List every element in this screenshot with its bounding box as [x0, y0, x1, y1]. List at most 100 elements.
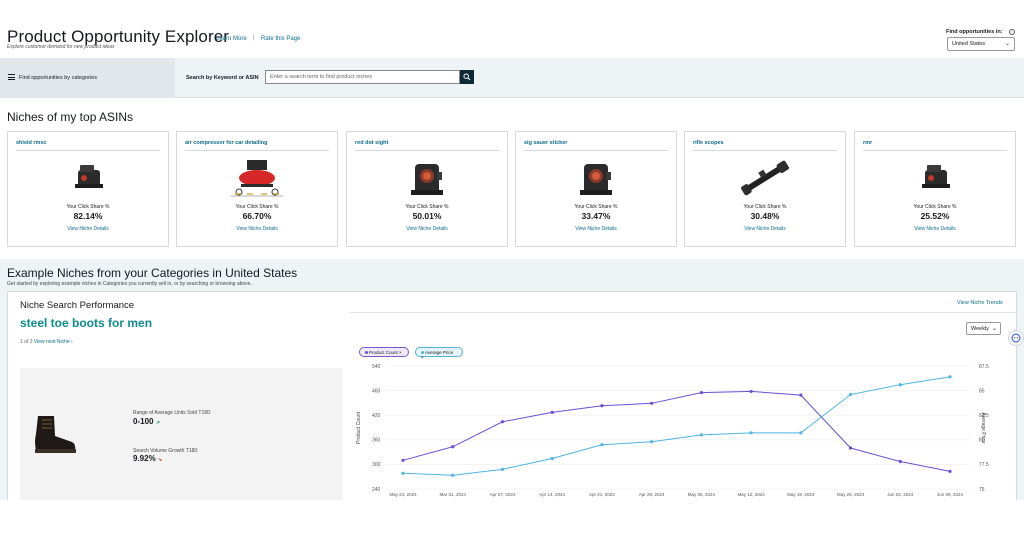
page-subtitle: Explore customer demand for new product …	[7, 44, 115, 50]
example-niches-subtitle: Get started by exploring example niches …	[7, 281, 252, 287]
panel-title: Niche Search Performance	[20, 300, 135, 311]
legend-average-price-label: Average Price	[425, 350, 454, 355]
view-niche-details-link[interactable]: View Niche Details	[516, 226, 676, 232]
view-niche-trends-link[interactable]: View Niche Trends	[957, 300, 1003, 306]
y-tick-label: 460	[372, 388, 381, 394]
legend-average-price[interactable]: Average Price ×	[415, 347, 463, 360]
y2-tick-label: 75	[979, 487, 985, 493]
example-niches-title: Example Niches from your Categories in U…	[7, 266, 298, 280]
units-sold-number: 0-100	[133, 417, 154, 426]
data-point	[401, 458, 405, 462]
keyword-search-input[interactable]: Enter a search term to find product nich…	[265, 70, 460, 84]
data-point	[848, 446, 853, 450]
click-share-label: Your Click Share %	[405, 204, 449, 210]
trend-down-icon: ↘	[157, 457, 163, 463]
view-niche-details-link[interactable]: View Niche Details	[8, 226, 168, 232]
data-point	[898, 383, 902, 387]
y2-axis-label: Average Price	[980, 412, 986, 444]
niche-card[interactable]: sig sauer sticker Your Click Share % 33.47…	[515, 131, 677, 247]
legend-product-count[interactable]: Product Count ×	[359, 347, 409, 357]
x-tick-label: Apr 21, 2024	[589, 492, 615, 497]
learn-more-link[interactable]: Learn More	[216, 36, 247, 42]
niche-card[interactable]: red dot sight Your Click Share % 50.01% Vie…	[346, 131, 508, 247]
panel-divider	[349, 312, 1017, 313]
product-image	[58, 156, 118, 200]
niche-card[interactable]: rifle scopes Your Click Share % 30.48% View…	[684, 131, 846, 247]
series-line	[402, 390, 951, 472]
chevron-down-icon: ⌄	[991, 326, 997, 332]
niche-performance-chart: 54046042036030024087.58582.58077.575Prod…	[356, 364, 989, 497]
niche-card-name[interactable]: red dot sight	[355, 140, 388, 146]
rate-page-link[interactable]: Rate this Page	[261, 36, 300, 42]
y2-tick-label: 87.5	[979, 364, 989, 370]
x-tick-label: Jun 09, 2024	[937, 492, 964, 497]
niche-pager: 1 of 3 View next Niche ›	[20, 339, 73, 345]
data-point	[550, 410, 554, 414]
series-line	[402, 376, 951, 476]
data-point	[500, 420, 505, 424]
trend-up-icon: ↗	[155, 420, 160, 426]
niche-card-name[interactable]: rifle scopes	[693, 140, 724, 146]
chevron-down-icon: ⌄	[1004, 41, 1010, 47]
keyword-search-label: Search by Keyword or ASIN	[186, 75, 259, 81]
x-tick-label: Apr 14, 2024	[539, 492, 565, 497]
legend-dot-icon	[421, 351, 424, 355]
search-icon	[463, 73, 471, 81]
data-point	[848, 392, 853, 397]
click-share-value: 50.01%	[412, 211, 442, 221]
view-niche-details-link[interactable]: View Niche Details	[685, 226, 845, 232]
niche-card-name[interactable]: sig sauer sticker	[524, 140, 567, 146]
y-axis-label: Product Count	[356, 411, 362, 444]
click-share-label: Your Click Share %	[574, 204, 618, 210]
x-tick-label: Apr 28, 2024	[639, 492, 665, 497]
search-button[interactable]	[460, 70, 474, 84]
search-volume-number: 9.92%	[133, 454, 156, 463]
next-niche-link[interactable]: View next Niche ›	[34, 339, 73, 345]
period-select-value: Weekly	[971, 326, 989, 332]
niche-card-divider	[16, 150, 160, 151]
view-niche-details-link[interactable]: View Niche Details	[855, 226, 1015, 232]
data-point	[550, 456, 554, 461]
chat-assistant-icon[interactable]	[1008, 330, 1024, 346]
data-point	[948, 469, 952, 473]
x-tick-label: May 26, 2024	[837, 492, 865, 497]
click-share-label: Your Click Share %	[235, 204, 279, 210]
click-share-label: Your Click Share %	[743, 204, 787, 210]
niche-card[interactable]: shield rmsc Your Click Share % 82.14% View …	[7, 131, 169, 247]
niche-card-divider	[524, 150, 668, 151]
niche-card[interactable]: air compressor for car detailing Your Cli…	[176, 131, 338, 247]
y-tick-label: 420	[372, 413, 381, 419]
period-select[interactable]: Weekly ⌄	[966, 322, 1001, 335]
niche-card-name[interactable]: rmr	[863, 140, 872, 146]
view-niche-details-link[interactable]: View Niche Details	[347, 226, 507, 232]
product-image	[566, 156, 626, 200]
x-tick-label: May 24, 2024	[389, 492, 417, 497]
country-select[interactable]: United States ⌄	[947, 37, 1015, 51]
niche-card-name[interactable]: air compressor for car detailing	[185, 140, 268, 146]
header-separator: |	[253, 35, 255, 41]
product-image	[397, 156, 457, 200]
niche-card-divider	[185, 150, 329, 151]
data-point	[898, 459, 902, 464]
info-icon[interactable]: i	[1009, 29, 1015, 35]
x-tick-label: Jun 02, 2024	[887, 492, 914, 497]
x-tick-label: May 12, 2024	[737, 492, 765, 497]
data-point	[500, 467, 505, 471]
data-point	[600, 404, 604, 408]
view-niche-details-link[interactable]: View Niche Details	[177, 226, 337, 232]
data-point	[699, 391, 703, 395]
niche-card-divider	[693, 150, 837, 151]
click-share-label: Your Click Share %	[913, 204, 957, 210]
data-point	[650, 401, 654, 405]
data-point	[749, 389, 753, 394]
niche-card[interactable]: rmr Your Click Share % 25.52% View Niche De…	[854, 131, 1016, 247]
data-point	[650, 440, 654, 444]
data-point	[451, 445, 455, 449]
y2-tick-label: 77.5	[979, 462, 989, 468]
click-share-value: 66.70%	[242, 211, 272, 221]
niche-card-name[interactable]: shield rmsc	[16, 140, 47, 146]
data-point	[600, 443, 604, 447]
boot-image	[35, 416, 76, 453]
category-toggle[interactable]: Find opportunities by categories	[0, 58, 175, 98]
filter-bar: Find opportunities by categories Search …	[0, 58, 1024, 98]
